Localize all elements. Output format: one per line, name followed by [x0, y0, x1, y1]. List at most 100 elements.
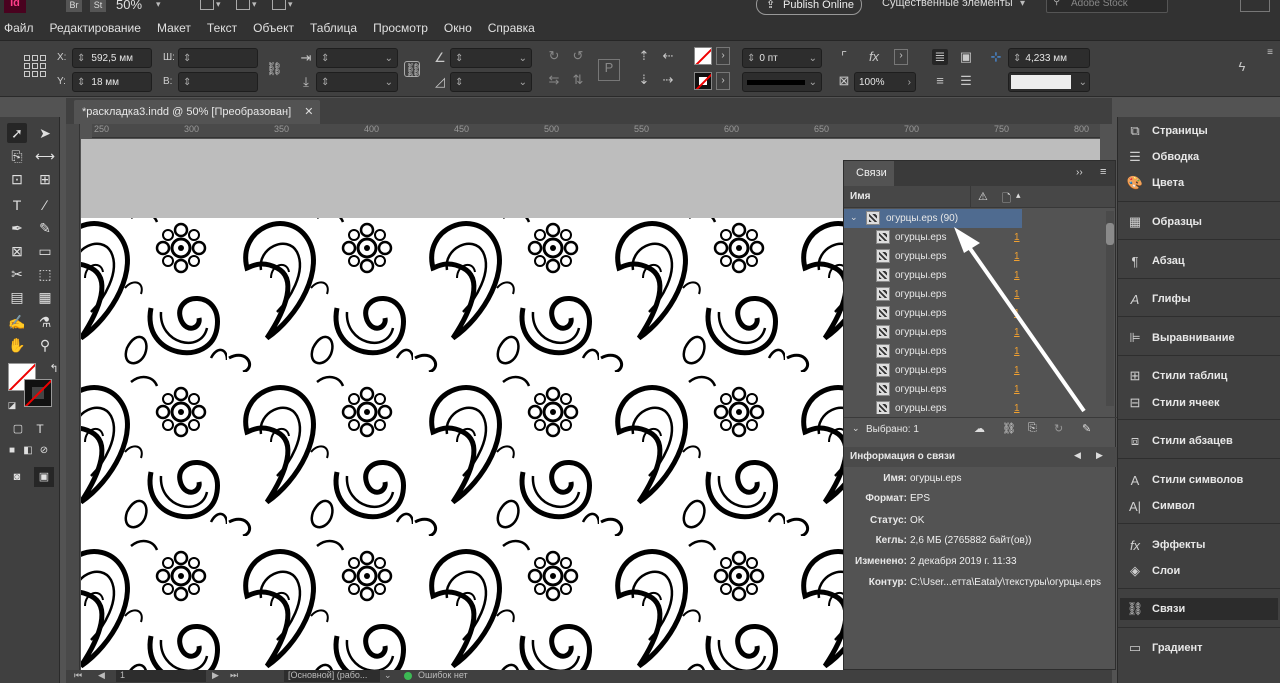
- page-number-field[interactable]: 1: [116, 670, 206, 682]
- control-menu-icon[interactable]: ≡: [1262, 45, 1278, 61]
- menu-edit[interactable]: Редактирование: [42, 21, 149, 35]
- vertical-ruler[interactable]: [66, 124, 80, 670]
- panel-character[interactable]: A| Символ: [1126, 495, 1276, 517]
- auto-fit-icon[interactable]: ⊹: [988, 49, 1004, 65]
- page-column-icon[interactable]: 🗋: [1002, 190, 1011, 209]
- gradient-feather-tool-icon[interactable]: ▦: [35, 287, 55, 307]
- panel-links[interactable]: ⛓ Связи: [1120, 598, 1278, 620]
- panel-layers[interactable]: ◈ Слои: [1126, 560, 1276, 582]
- normal-view-icon[interactable]: ◙: [7, 467, 27, 487]
- note-tool-icon[interactable]: ✍: [7, 312, 27, 332]
- content-placer-tool-icon[interactable]: ⊞: [35, 169, 55, 189]
- effects-icon[interactable]: fx: [866, 49, 882, 65]
- previous-link-icon[interactable]: ◀: [1074, 450, 1081, 461]
- eyedropper-tool-icon[interactable]: ⚗: [35, 312, 55, 332]
- screen-mode-icon[interactable]: [236, 0, 250, 10]
- gap-field[interactable]: ⇕ 4,233 мм: [1008, 48, 1090, 68]
- y-field[interactable]: ⇕ 18 мм: [72, 72, 152, 92]
- expand-chevron-icon[interactable]: ⌄: [850, 212, 858, 223]
- master-page-field[interactable]: [Основной] (рабо...: [284, 670, 380, 682]
- paisley-pattern-image[interactable]: [81, 218, 846, 670]
- effects-dropdown-icon[interactable]: ›: [894, 49, 908, 65]
- stroke-weight-field[interactable]: ⇕ 0 пт ⌄: [742, 48, 822, 68]
- menu-layout[interactable]: Макет: [149, 21, 199, 35]
- zoom-level[interactable]: 50%: [116, 0, 142, 12]
- view-options-icon[interactable]: [200, 0, 214, 10]
- preview-mode-icon[interactable]: ▣: [34, 467, 54, 487]
- previous-page-icon[interactable]: ◀: [98, 670, 105, 681]
- view-options-dropdown-icon[interactable]: ▾: [216, 0, 221, 10]
- rotate-ccw-icon[interactable]: ↺: [570, 48, 586, 64]
- links-scrollbar[interactable]: [1106, 211, 1114, 406]
- bridge-button[interactable]: Br: [66, 0, 82, 12]
- preflight-status[interactable]: Ошибок нет: [418, 670, 468, 680]
- panel-paragraph-styles[interactable]: ⧈ Стили абзацев: [1126, 430, 1276, 452]
- text-wrap-jump-icon[interactable]: ☰: [958, 73, 974, 89]
- swap-colors-icon[interactable]: ↰: [44, 359, 64, 379]
- workspace-switcher[interactable]: Существенные элементы: [882, 0, 1013, 9]
- zoom-tool-icon[interactable]: ⚲: [35, 335, 55, 355]
- panel-gradient[interactable]: ▭ Градиент: [1126, 637, 1276, 659]
- panel-character-styles[interactable]: A Стили символов: [1126, 469, 1276, 491]
- select-next-icon[interactable]: ⇢: [660, 72, 676, 88]
- panel-table-styles[interactable]: ⊞ Стили таблиц: [1126, 365, 1276, 387]
- text-wrap-none-icon[interactable]: ≣: [932, 49, 948, 65]
- text-wrap-shape-icon[interactable]: ≡: [932, 73, 948, 89]
- page-tool-icon[interactable]: ⎘: [7, 146, 27, 166]
- publish-online-button[interactable]: ⇪ Publish Online: [756, 0, 862, 15]
- pencil-tool-icon[interactable]: ✎: [35, 218, 55, 238]
- corner-options-icon[interactable]: ⌜: [836, 49, 852, 65]
- edit-original-icon[interactable]: ✎: [1082, 422, 1091, 435]
- workspace-dropdown-icon[interactable]: ▾: [1020, 0, 1025, 9]
- info-collapse-icon[interactable]: ⌄: [852, 423, 860, 434]
- name-column-header[interactable]: Имя: [850, 191, 870, 202]
- zoom-dropdown-icon[interactable]: ▾: [156, 0, 161, 10]
- shear-field[interactable]: ⇕ ⌄: [450, 72, 532, 92]
- arrange-documents-icon[interactable]: [272, 0, 286, 10]
- scale-x-field[interactable]: ⇕ ⌄: [316, 48, 398, 68]
- select-container-icon[interactable]: ⇡: [636, 48, 652, 64]
- rotation-field[interactable]: ⇕ ⌄: [450, 48, 532, 68]
- rectangle-frame-tool-icon[interactable]: ⊠: [7, 241, 27, 261]
- scrollbar-thumb[interactable]: [1106, 223, 1114, 245]
- menu-table[interactable]: Таблица: [302, 21, 365, 35]
- fill-dropdown-icon[interactable]: ›: [716, 47, 730, 65]
- fill-swatch[interactable]: [694, 47, 712, 65]
- style-field[interactable]: ⌄: [1008, 72, 1090, 92]
- gradient-swatch-tool-icon[interactable]: ▤: [7, 287, 27, 307]
- sort-icon[interactable]: ▴: [1016, 190, 1021, 201]
- relink-cc-icon[interactable]: ☁: [974, 422, 985, 435]
- collapse-panel-icon[interactable]: ››: [1076, 167, 1083, 178]
- close-tab-icon[interactable]: ✕: [304, 106, 313, 118]
- select-previous-icon[interactable]: ⇠: [660, 48, 676, 64]
- stroke-color-swatch[interactable]: [24, 379, 52, 407]
- width-field[interactable]: ⇕: [178, 48, 258, 68]
- type-tool-icon[interactable]: T: [7, 195, 27, 215]
- scale-y-field[interactable]: ⇕ ⌄: [316, 72, 398, 92]
- panel-stroke[interactable]: ☰ Обводка: [1126, 146, 1276, 168]
- direct-selection-tool-icon[interactable]: ➤: [35, 123, 55, 143]
- document-tab[interactable]: *раскладка3.indd @ 50% [Преобразован] ✕: [74, 100, 320, 124]
- status-column-icon[interactable]: ⚠: [978, 190, 988, 203]
- links-panel-tab[interactable]: Связи: [844, 161, 894, 186]
- apply-none-icon[interactable]: ⊘: [34, 441, 54, 461]
- window-restore-icon[interactable]: [1240, 0, 1270, 12]
- update-link-icon[interactable]: ↻: [1054, 422, 1063, 435]
- panel-color[interactable]: 🎨 Цвета: [1126, 172, 1276, 194]
- hand-tool-icon[interactable]: ✋: [7, 335, 27, 355]
- go-to-link-icon[interactable]: ⎘: [1028, 422, 1037, 435]
- horizontal-ruler[interactable]: 250 300 350 400 450 500 550 600 650 700 …: [92, 124, 1100, 138]
- panel-cell-styles[interactable]: ⊟ Стили ячеек: [1126, 392, 1276, 414]
- default-colors-icon[interactable]: ◪: [2, 395, 22, 415]
- x-field[interactable]: ⇕ 592,5 мм: [72, 48, 152, 68]
- next-page-icon[interactable]: ▶: [212, 670, 219, 681]
- stroke-dropdown-icon[interactable]: ›: [716, 72, 730, 90]
- stroke-swatch[interactable]: [694, 72, 712, 90]
- reference-point-icon[interactable]: [24, 55, 46, 77]
- link-scale-icon[interactable]: ⛓: [404, 61, 422, 77]
- quick-apply-icon[interactable]: ϟ: [1234, 59, 1250, 75]
- menu-object[interactable]: Объект: [245, 21, 302, 35]
- first-page-icon[interactable]: ⏮: [74, 670, 82, 681]
- menu-window[interactable]: Окно: [436, 21, 480, 35]
- select-content-icon[interactable]: ⇣: [636, 72, 652, 88]
